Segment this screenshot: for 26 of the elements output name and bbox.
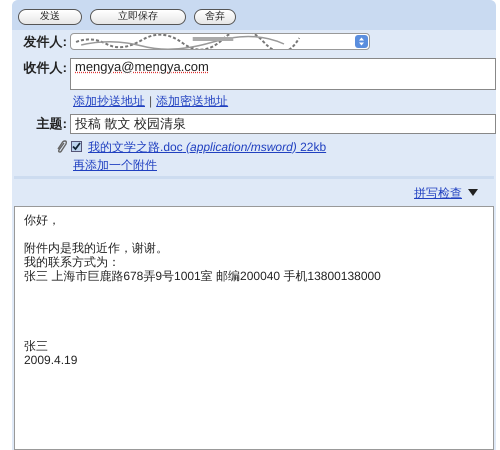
paperclip-icon <box>56 140 68 154</box>
message-body[interactable]: 你好， 附件内是我的近作，谢谢。 我的联系方式为： 张三 上海市巨鹿路678弄9号1001室 邮编200040 手机13800138000 张三 2009.4.19 <box>14 206 494 450</box>
from-label: 发件人: <box>22 33 68 51</box>
add-attachment-link[interactable]: 再添加一个附件 <box>73 156 157 174</box>
subject-field[interactable]: 投稿 散文 校园清泉 <box>70 114 496 134</box>
stepper-icon <box>355 35 368 48</box>
sender-select[interactable] <box>70 33 370 50</box>
body-text-line: 张三 <box>24 338 48 352</box>
link-separator: | <box>149 92 152 110</box>
attachment-checkbox[interactable] <box>71 141 82 152</box>
toolbar-button[interactable]: 舍弃 <box>194 9 236 25</box>
to-label: 收件人: <box>22 58 68 76</box>
recipient-field[interactable]: mengya@mengya.com <box>70 58 496 90</box>
toolbar-button[interactable]: 立即保存 <box>90 9 186 25</box>
dropdown-arrow-icon <box>468 189 478 196</box>
address-link[interactable]: 添加密送地址 <box>156 92 228 110</box>
address-link[interactable]: 添加抄送地址 <box>73 92 145 110</box>
body-text-line: 你好， <box>24 212 60 226</box>
spell-check-link[interactable]: 拼写检查 <box>414 184 462 202</box>
toolbar-button[interactable]: 发送 <box>18 9 82 25</box>
subject-label: 主题: <box>36 114 68 133</box>
body-text-line: 2009.4.19 <box>24 352 78 366</box>
body-text-line: 附件内是我的近作，谢谢。 <box>24 240 168 254</box>
body-text-line: 张三 上海市巨鹿路678弄9号1001室 邮编200040 手机13800138000 <box>24 268 381 282</box>
attachment-link[interactable]: 我的文学之路.doc (application/msword) 22kb <box>88 138 326 156</box>
body-text-line: 我的联系方式为： <box>24 254 120 268</box>
